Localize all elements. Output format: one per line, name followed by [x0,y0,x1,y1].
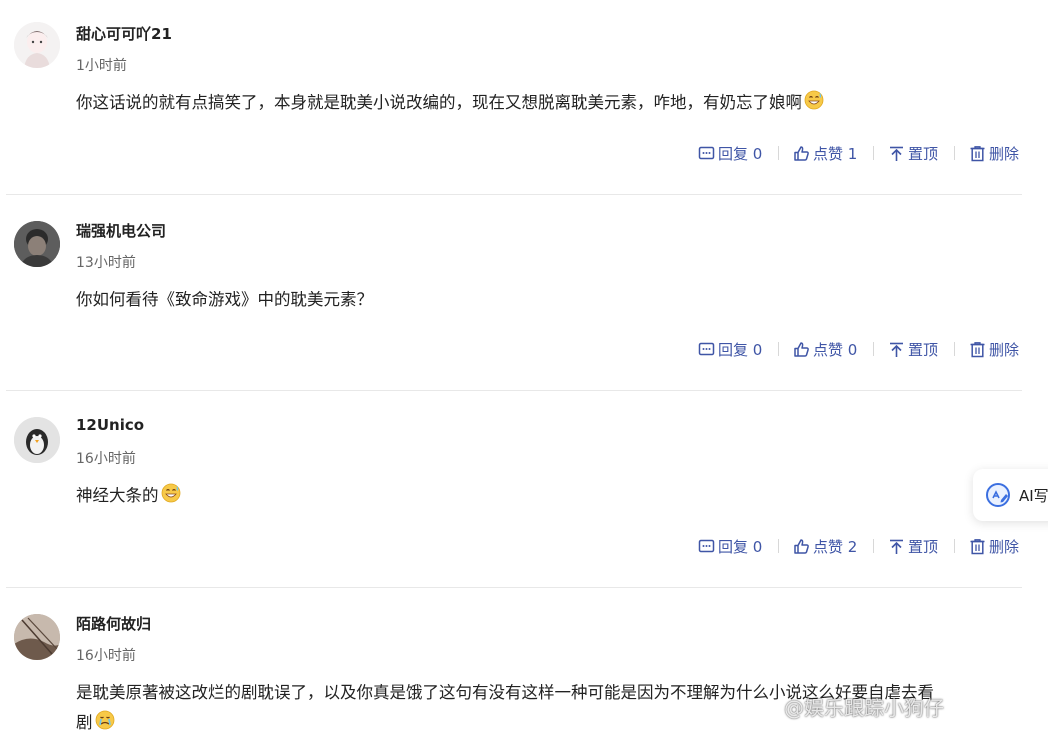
avatar[interactable] [14,22,60,68]
delete-label: 删除 [989,340,1020,359]
crying-sweat-emoji-icon [95,710,115,740]
comment-text: 神经大条的 [76,481,1026,513]
thumbs-up-icon [794,341,809,357]
ai-write-button[interactable]: AI写 [973,469,1048,521]
avatar[interactable] [14,417,60,463]
separator [778,342,779,356]
thumbs-up-icon [794,538,809,554]
pin-top-icon [890,539,903,554]
avatar[interactable] [14,221,60,267]
grinning-sweat-emoji-icon [804,90,824,120]
reply-label: 回复 0 [718,144,763,163]
trash-icon [970,538,985,554]
ai-write-label: AI写 [1019,486,1048,505]
separator [778,539,779,553]
like-button[interactable]: 点赞 0 [793,338,857,360]
like-label: 点赞 0 [813,340,858,359]
ai-write-icon [986,483,1010,507]
thumbs-up-icon [794,145,809,161]
separator [954,539,955,553]
comment-divider [6,194,1022,195]
comment-text-content: 你这话说的就有点搞笑了，本身就是耽美小说改编的，现在又想脱离耽美元素，咋地，有奶… [76,93,802,112]
like-button[interactable]: 点赞 2 [793,535,857,557]
pin-label: 置顶 [908,537,939,556]
delete-button[interactable]: 删除 [969,142,1019,164]
trash-icon [970,145,985,161]
delete-label: 删除 [989,537,1020,556]
delete-label: 删除 [989,144,1020,163]
reply-label: 回复 0 [718,537,763,556]
pin-top-icon [890,146,903,161]
pin-button[interactable]: 置顶 [888,338,938,360]
avatar[interactable] [14,614,60,660]
reply-label: 回复 0 [718,340,763,359]
comment-divider [6,587,1022,588]
like-label: 点赞 1 [813,144,858,163]
reply-button[interactable]: 回复 0 [698,535,762,557]
pin-label: 置顶 [908,340,939,359]
pin-top-icon [890,342,903,357]
comment-text-content: 你如何看待《致命游戏》中的耽美元素？ [76,290,373,309]
like-button[interactable]: 点赞 1 [793,142,857,164]
pin-button[interactable]: 置顶 [888,535,938,557]
username[interactable]: 甜心可可吖21 [76,23,172,44]
separator [873,342,874,356]
comment-text: 你这话说的就有点搞笑了，本身就是耽美小说改编的，现在又想脱离耽美元素，咋地，有奶… [76,88,1026,120]
grinning-sweat-emoji-icon [161,483,181,513]
comment-time: 16小时前 [76,451,136,467]
comment-time: 16小时前 [76,648,136,664]
comment-time: 1小时前 [76,58,127,74]
comment-text-content: 神经大条的 [76,486,159,505]
separator [873,539,874,553]
separator [954,342,955,356]
comment-text: 你如何看待《致命游戏》中的耽美元素？ [76,285,1026,315]
reply-icon [698,146,715,159]
reply-button[interactable]: 回复 0 [698,142,762,164]
comment-text-content: 剧 [76,713,93,732]
reply-icon [698,539,715,552]
trash-icon [970,341,985,357]
pin-button[interactable]: 置顶 [888,142,938,164]
like-label: 点赞 2 [813,537,858,556]
username[interactable]: 瑞强机电公司 [76,220,166,241]
reply-button[interactable]: 回复 0 [698,338,762,360]
pin-label: 置顶 [908,144,939,163]
delete-button[interactable]: 删除 [969,338,1019,360]
comment-list-page: 甜心可可吖21 1小时前 你这话说的就有点搞笑了，本身就是耽美小说改编的，现在又… [0,0,1048,742]
comment-time: 13小时前 [76,255,136,271]
watermark: @娱乐跟踪小狗仔 [784,696,944,720]
comment-divider [6,390,1022,391]
reply-icon [698,342,715,355]
separator [954,146,955,160]
username[interactable]: 12Unico [76,416,144,434]
separator [873,146,874,160]
delete-button[interactable]: 删除 [969,535,1019,557]
separator [778,146,779,160]
username[interactable]: 陌路何故归 [76,613,151,634]
